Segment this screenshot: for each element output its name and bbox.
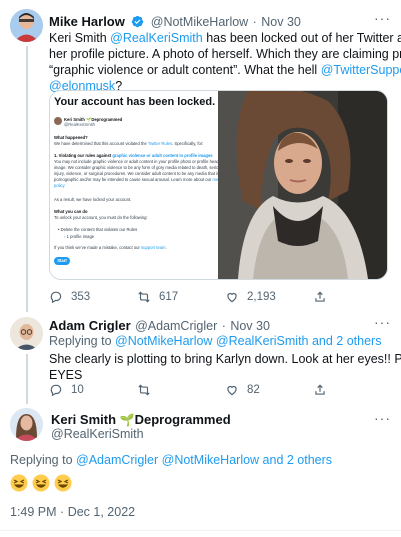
- like-action[interactable]: 2,193: [225, 290, 276, 304]
- author-name[interactable]: Adam Crigler: [49, 318, 131, 333]
- avatar-adam-crigler[interactable]: [10, 317, 43, 350]
- tweet-full-date: Dec 1, 2022: [67, 505, 136, 519]
- locked-heading: Your account has been locked.: [54, 96, 216, 108]
- tweet-text: She clearly is plotting to bring Karlyn …: [49, 351, 401, 383]
- text-segment: Keri Smith: [49, 31, 111, 45]
- doc-para: We have determined that this account vio…: [54, 141, 204, 146]
- tweet-date[interactable]: Nov 30: [261, 15, 301, 29]
- retweet-action[interactable]: 617: [137, 290, 178, 304]
- like-action[interactable]: 82: [225, 383, 260, 397]
- share-icon: [315, 291, 325, 302]
- share-icon: [315, 384, 325, 395]
- separator-dot: ·: [252, 15, 257, 29]
- text-line: She clearly is plotting to bring Karlyn …: [49, 352, 401, 366]
- author-name-suffix: Deprogrammed: [134, 412, 231, 427]
- retweet-action[interactable]: [137, 383, 159, 397]
- like-count: 82: [247, 384, 260, 396]
- laughing-emoji-icon: [10, 474, 72, 492]
- doc-bullet: ◦ 1 profile image: [64, 234, 95, 239]
- doc-para: As a result, we have locked your account…: [54, 197, 132, 202]
- text-segment: her profile picture. A photo of herself.…: [49, 47, 401, 61]
- doc-para: If you think we’ve made a mistake, conta…: [54, 245, 167, 250]
- replying-mentions[interactable]: @AdamCrigler @NotMikeHarlow: [76, 453, 259, 467]
- tweet-text-emojis: 😆😆😆: [10, 474, 80, 492]
- divider: [0, 530, 401, 531]
- profile-photo-image[interactable]: [218, 91, 387, 279]
- heart-icon: [227, 292, 237, 303]
- avatar-keri-smith[interactable]: [10, 408, 43, 441]
- reply-action[interactable]: 10: [49, 383, 84, 397]
- avatar-mike-harlow[interactable]: [10, 9, 43, 42]
- author-handle[interactable]: @NotMikeHarlow: [151, 15, 248, 29]
- share-action[interactable]: [313, 383, 327, 397]
- reply-icon: [50, 384, 62, 397]
- tweet-date[interactable]: Nov 30: [230, 319, 270, 333]
- text-segment: “graphic violence or adult content”. Wha…: [49, 63, 321, 77]
- like-count: 2,193: [247, 291, 276, 303]
- doc-bullet: • Delete the content that violates our R…: [58, 227, 138, 232]
- tweet-time: 1:49 PM: [10, 505, 57, 519]
- author-handle[interactable]: @AdamCrigler: [135, 319, 217, 333]
- replying-to: Replying to @AdamCrigler @NotMikeHarlow …: [10, 453, 332, 467]
- heart-icon: [227, 385, 237, 396]
- share-action[interactable]: [313, 290, 327, 304]
- tweet-actions: 353 617 2,193: [49, 290, 349, 306]
- reply-action[interactable]: 353: [49, 290, 90, 304]
- tweet-text: Keri Smith @RealKeriSmith has been locke…: [49, 30, 401, 94]
- replying-label: Replying to: [10, 453, 77, 467]
- reply-count: 10: [71, 384, 84, 396]
- seedling-icon: 🌱: [119, 413, 135, 427]
- tweet-header: Adam Crigler @AdamCrigler · Nov 30: [49, 317, 270, 335]
- replying-mentions[interactable]: @NotMikeHarlow @RealKeriSmith: [115, 334, 308, 348]
- replying-to: Replying to @NotMikeHarlow @RealKeriSmit…: [49, 334, 381, 348]
- retweet-icon: [138, 291, 150, 303]
- separator-dot: ·: [221, 319, 226, 333]
- reply-count: 353: [71, 291, 91, 303]
- thread-line: [26, 46, 28, 312]
- tweet-timestamp[interactable]: 1:49 PM · Dec 1, 2022: [10, 505, 135, 519]
- doc-start-button: Start: [54, 257, 70, 265]
- mention-link[interactable]: @RealKeriSmith: [110, 31, 203, 45]
- more-options-icon[interactable]: ···: [374, 10, 391, 26]
- doc-profile-handle: @RealKeriSmith: [64, 122, 96, 127]
- author-handle[interactable]: @RealKeriSmith: [51, 427, 144, 441]
- tweet-media[interactable]: Your account has been locked. Keri Smith…: [49, 90, 388, 280]
- separator-dot: ·: [60, 505, 65, 519]
- replying-others-link[interactable]: and 2 others: [309, 334, 382, 348]
- tweet-actions: 10 82: [49, 383, 349, 399]
- mention-link[interactable]: @TwitterSupport: [321, 63, 401, 77]
- replying-label: Replying to: [49, 334, 116, 348]
- account-locked-screenshot[interactable]: Your account has been locked. Keri Smith…: [50, 91, 224, 279]
- replying-others-link[interactable]: and 2 others: [259, 453, 333, 467]
- author-name[interactable]: Mike Harlow: [49, 14, 125, 29]
- more-options-icon[interactable]: ···: [374, 314, 391, 330]
- mini-avatar: [54, 117, 62, 125]
- tweet-thread: Mike Harlow @NotMikeHarlow · Nov 30 ··· …: [0, 0, 401, 537]
- author-name: Keri Smith: [51, 412, 120, 427]
- doc-violation-body: You may not include graphic violence or …: [54, 159, 224, 188]
- retweet-count: 617: [159, 291, 179, 303]
- retweet-icon: [138, 384, 150, 396]
- text-segment: has been locked out of her Twitter accou…: [206, 31, 401, 45]
- doc-para: To unlock your account, you must do the …: [54, 215, 148, 220]
- reply-icon: [50, 291, 62, 304]
- more-options-icon[interactable]: ···: [374, 410, 391, 426]
- thread-line: [26, 354, 28, 404]
- text-line: EYES: [49, 368, 83, 382]
